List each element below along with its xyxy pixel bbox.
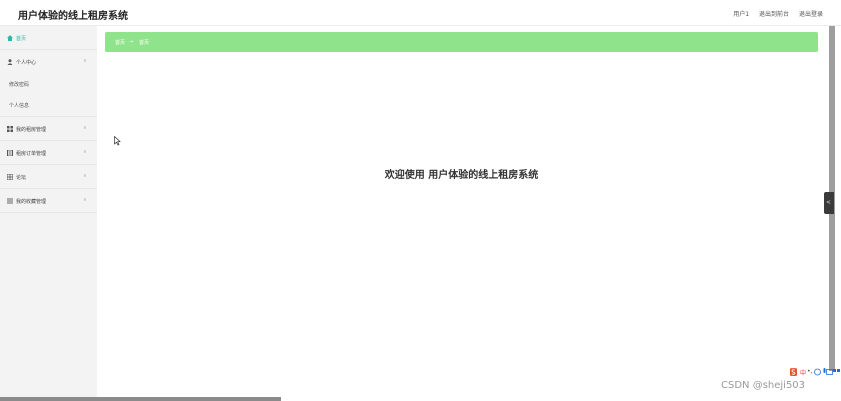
sidebar-item-personal-center[interactable]: 个人中心 ∨ (0, 50, 97, 74)
user-icon (7, 59, 13, 65)
sidebar-subitem-personal-info[interactable]: 个人信息 (0, 95, 97, 117)
document-icon (7, 149, 13, 157)
chevron-left-icon: < (826, 199, 832, 206)
sidebar-item-forum[interactable]: 论坛 ∨ (0, 165, 97, 189)
sogou-s-icon[interactable] (790, 368, 797, 376)
chevron-down-icon: ∨ (83, 197, 87, 203)
emoji-icon[interactable] (814, 368, 821, 376)
logout-link[interactable]: 退出登录 (799, 11, 823, 18)
sidebar-item-my-favorites[interactable]: 我的收藏管理 ∨ (0, 189, 97, 213)
keyboard-icon[interactable] (826, 368, 833, 376)
sidebar-item-label: 我的租房管理 (16, 127, 47, 133)
sidebar: 首页 个人中心 ∨ 修改密码 个人信息 我的租房管理 ∨ 租房订单管理 ∨ 论坛… (0, 26, 97, 401)
horizontal-scrollbar[interactable] (0, 397, 281, 401)
chevron-down-icon: ∨ (83, 173, 87, 179)
chinese-input-icon[interactable]: 中 (800, 368, 806, 377)
breadcrumb: 首页 → 首页 (105, 32, 818, 52)
chevron-down-icon: ∨ (83, 149, 87, 155)
side-collapse-tab[interactable]: < (824, 192, 834, 214)
top-right-links: 用户1 退出到前台 退出登录 (725, 9, 823, 18)
app-title: 用户体验的线上租房系统 (18, 11, 128, 22)
sidebar-item-home[interactable]: 首页 (0, 26, 97, 50)
back-to-front-link[interactable]: 退出到前台 (759, 11, 789, 18)
sidebar-item-label: 租房订单管理 (16, 151, 47, 157)
chevron-down-icon: ∨ (83, 125, 87, 131)
punctuation-icon[interactable]: •, (807, 368, 812, 375)
welcome-message: 欢迎使用 用户体验的线上租房系统 (384, 170, 539, 181)
floating-toolbar: 中 •, (790, 368, 840, 378)
grid-icon (7, 126, 13, 132)
sidebar-item-label: 个人中心 (16, 60, 37, 66)
sidebar-item-label: 我的收藏管理 (16, 199, 47, 205)
forum-icon (6, 173, 14, 181)
breadcrumb-arrow-icon: → (129, 39, 134, 45)
sidebar-item-my-rentals[interactable]: 我的租房管理 ∨ (0, 117, 97, 141)
breadcrumb-home[interactable]: 首页 (115, 39, 125, 46)
breadcrumb-current: 首页 (139, 40, 150, 46)
csdn-watermark: CSDN @sheji503 (721, 380, 806, 391)
home-icon (7, 35, 13, 41)
sidebar-item-label: 首页 (16, 36, 27, 42)
chevron-down-icon: ∨ (83, 58, 87, 64)
sidebar-item-rental-orders[interactable]: 租房订单管理 ∨ (0, 141, 97, 165)
mouse-cursor-icon (114, 136, 121, 146)
top-bar: 用户体验的线上租房系统 用户1 退出到前台 退出登录 (0, 0, 841, 26)
apps-icon[interactable] (833, 368, 840, 376)
sidebar-subitem-label: 个人信息 (9, 103, 30, 109)
sidebar-subitem-change-password[interactable]: 修改密码 (0, 74, 97, 95)
sidebar-subitem-label: 修改密码 (9, 82, 30, 88)
list-icon (7, 198, 13, 204)
sidebar-item-label: 论坛 (16, 175, 27, 181)
user-name[interactable]: 用户1 (733, 11, 749, 18)
